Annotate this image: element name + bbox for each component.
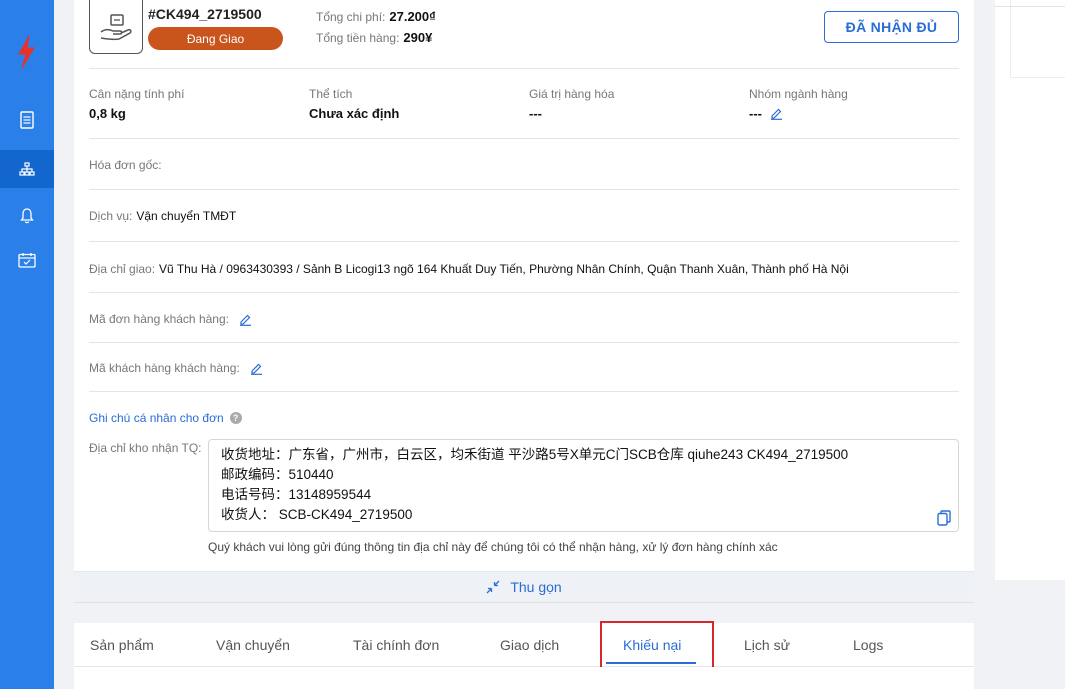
warehouse-line: 收货地址：广东省，广州市，白云区，均禾街道 平沙路5号X单元C门SCB仓库 qi… <box>221 447 849 462</box>
service-row: Dịch vụ: Vận chuyển TMĐT <box>89 209 236 223</box>
total-goods-label: Tổng tiền hàng: <box>316 31 400 45</box>
category-label: Nhóm ngành hàng <box>749 87 848 101</box>
orders-list-icon[interactable] <box>0 101 54 139</box>
divider <box>89 138 959 139</box>
edit-pencil-icon[interactable] <box>239 313 252 326</box>
tab-transactions[interactable]: Giao dịch <box>500 623 559 667</box>
total-goods-value: 290¥ <box>403 30 433 45</box>
address-value: Vũ Thu Hà / 0963430393 / Sảnh B Licogi13… <box>159 262 849 276</box>
collapse-arrows-icon <box>486 580 500 594</box>
warehouse-address-box[interactable]: 收货地址：广东省，广州市，白云区，均禾街道 平沙路5号X单元C门SCB仓库 qi… <box>208 439 959 532</box>
weight-label: Cân nặng tính phí <box>89 87 185 101</box>
calendar-check-icon[interactable] <box>0 241 54 279</box>
tab-shipping[interactable]: Vận chuyển <box>216 623 290 667</box>
tab-order-finance[interactable]: Tài chính đơn <box>353 623 439 667</box>
tab-bar: Sản phẩm Vận chuyển Tài chính đơn Giao d… <box>74 623 974 667</box>
warehouse-hint: Quý khách vui lòng gửi đúng thông tin đị… <box>208 540 778 554</box>
divider <box>995 6 1065 7</box>
divider <box>89 342 959 343</box>
collapse-label[interactable]: Thu gọn <box>510 579 561 595</box>
category-value: --- <box>749 106 762 121</box>
notification-bell-icon[interactable] <box>0 197 54 235</box>
right-panel-card <box>1010 0 1065 78</box>
sidebar <box>0 0 54 689</box>
service-label: Dịch vụ: <box>89 209 133 223</box>
weight-value: 0,8 kg <box>89 106 126 121</box>
tab-history[interactable]: Lịch sử <box>744 623 790 667</box>
customer-order-row: Mã đơn hàng khách hàng: <box>89 312 252 326</box>
personal-note-link[interactable]: Ghi chú cá nhân cho đơn? <box>89 411 242 425</box>
total-cost-label: Tổng chi phí: <box>316 10 386 24</box>
edit-pencil-icon[interactable] <box>770 107 783 120</box>
help-question-icon[interactable]: ? <box>229 412 242 424</box>
personal-note-label[interactable]: Ghi chú cá nhân cho đơn <box>89 411 224 425</box>
received-button[interactable]: ĐÃ NHẬN ĐỦ <box>824 11 959 43</box>
volume-label: Thể tích <box>309 87 353 101</box>
package-hand-icon <box>89 0 143 54</box>
tab-logs[interactable]: Logs <box>853 623 883 667</box>
tab-products[interactable]: Sản phẩm <box>90 623 154 667</box>
service-value: Vận chuyển TMĐT <box>136 209 237 223</box>
lightning-logo-icon[interactable] <box>13 34 39 70</box>
divider <box>89 391 959 392</box>
volume-value: Chưa xác định <box>309 106 400 121</box>
goods-value-value: --- <box>529 106 542 121</box>
tab-content <box>74 667 974 689</box>
warehouse-line: 收货人： SCB-CK494_2719500 <box>221 507 413 522</box>
warehouse-line: 邮政编码：510440 <box>221 467 334 482</box>
right-panel <box>995 0 1065 580</box>
collapse-button[interactable]: Thu gọn <box>74 571 974 603</box>
customer-code-row: Mã khách hàng khách hàng: <box>89 361 263 375</box>
total-cost-value: 27.200₫ <box>389 9 436 24</box>
address-label: Địa chỉ giao: <box>89 262 156 276</box>
edit-pencil-icon[interactable] <box>250 362 263 375</box>
warehouse-line: 电话号码：13148959544 <box>221 487 372 502</box>
divider <box>89 189 959 190</box>
divider <box>89 68 959 69</box>
divider <box>89 241 959 242</box>
address-row: Địa chỉ giao: Vũ Thu Hà / 0963430393 / Sả… <box>89 262 849 276</box>
customer-order-label: Mã đơn hàng khách hàng: <box>89 312 229 326</box>
status-badge: Đang Giao <box>148 27 283 50</box>
total-cost: Tổng chi phí: 27.200₫ <box>316 9 436 24</box>
copy-icon[interactable] <box>937 510 951 526</box>
customer-code-label: Mã khách hàng khách hàng: <box>89 361 240 375</box>
order-code: #CK494_2719500 <box>148 6 262 22</box>
highlight-box <box>600 621 714 672</box>
invoice-label: Hóa đơn gốc: <box>89 158 162 172</box>
sitemap-icon[interactable] <box>0 150 54 188</box>
invoice-row: Hóa đơn gốc: <box>89 158 162 172</box>
total-goods: Tổng tiền hàng: 290¥ <box>316 30 432 45</box>
category-value-row: --- <box>749 106 783 121</box>
goods-value-label: Giá trị hàng hóa <box>529 87 615 101</box>
divider <box>89 292 959 293</box>
warehouse-label: Địa chỉ kho nhận TQ: <box>89 441 202 455</box>
